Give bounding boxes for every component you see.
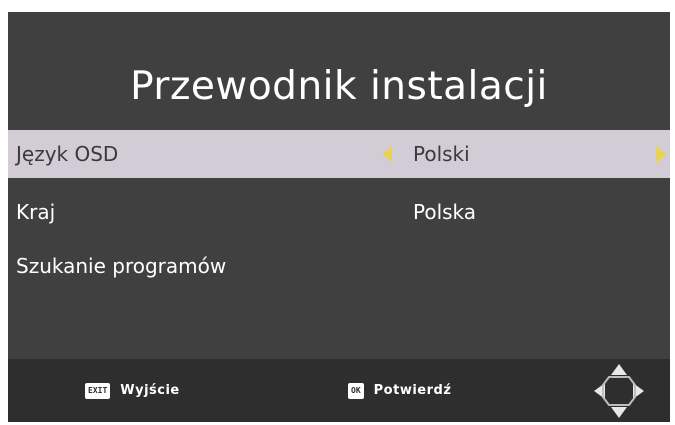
exit-hint-label: Wyjście <box>120 383 180 398</box>
dpad-icon <box>594 364 644 418</box>
setting-label-channel-search: Szukanie programów <box>16 254 227 278</box>
ok-hint-label: Potwierdź <box>373 383 452 398</box>
ok-key-icon: OK <box>348 382 364 399</box>
setting-value-country: Polska <box>413 200 477 224</box>
setting-row-country[interactable]: Kraj Polska <box>8 188 670 236</box>
arrow-left-icon[interactable] <box>382 145 392 163</box>
footer-bar: EXIT Wyjście OK Potwierdź <box>8 359 670 422</box>
page-title: Przewodnik instalacji <box>130 64 548 109</box>
exit-key-icon: EXIT <box>85 382 111 399</box>
setting-row-osd-language[interactable]: Język OSD Polski <box>8 130 670 178</box>
ok-hint[interactable]: OK Potwierdź <box>348 382 452 399</box>
setting-label-osd-language: Język OSD <box>16 142 119 166</box>
setting-value-osd-language: Polski <box>413 142 470 166</box>
installation-guide-screen: Przewodnik instalacji Język OSD Polski K… <box>8 12 670 422</box>
exit-hint[interactable]: EXIT Wyjście <box>85 382 180 399</box>
setting-label-country: Kraj <box>16 200 56 224</box>
arrow-right-icon[interactable] <box>656 145 666 163</box>
setting-row-channel-search[interactable]: Szukanie programów <box>8 242 670 290</box>
